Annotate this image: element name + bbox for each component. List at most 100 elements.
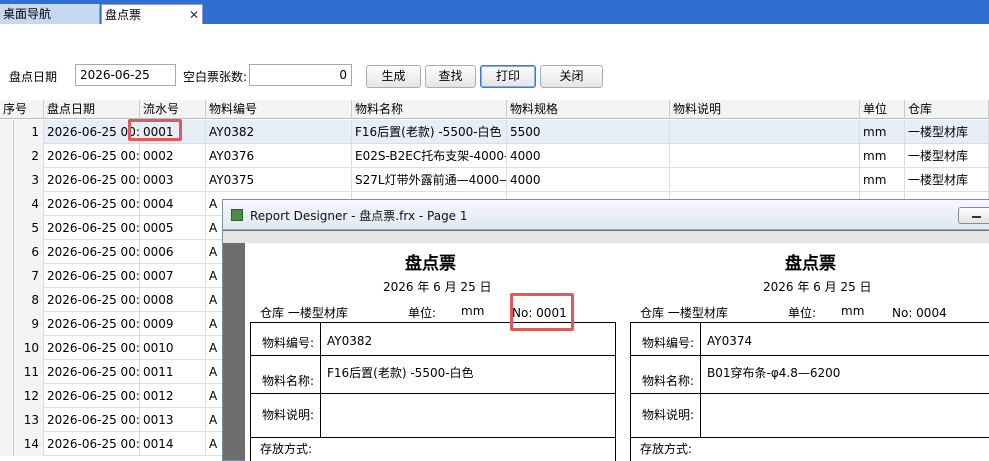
cell-serial[interactable]: 0007 — [140, 264, 206, 288]
cell-serial[interactable]: 0002 — [140, 144, 206, 168]
cell-name[interactable]: S27L灯带外露前通—4000— — [352, 168, 507, 192]
cell-serial[interactable]: 0011 — [140, 360, 206, 384]
cell-unit[interactable]: mm — [860, 120, 905, 144]
cell-date[interactable]: 2026-06-25 00:0 — [44, 384, 140, 408]
cell-name[interactable]: E02S-B2EC托布支架-4000- — [352, 144, 507, 168]
cell-date[interactable]: 2026-06-25 00:0 — [44, 144, 140, 168]
row-selector[interactable] — [0, 384, 14, 408]
row-selector[interactable] — [0, 168, 14, 192]
row-selector[interactable] — [0, 360, 14, 384]
header-desc[interactable]: 物料说明 — [670, 100, 860, 119]
cell-desc[interactable] — [670, 120, 860, 144]
cell-code[interactable]: AY0375 — [206, 168, 352, 192]
cell-no[interactable]: 12 — [14, 384, 44, 408]
cell-date[interactable]: 2026-06-25 00:0 — [44, 336, 140, 360]
ticket-title: 盘点票 — [785, 254, 836, 274]
cell-date[interactable]: 2026-06-25 00:0 — [44, 312, 140, 336]
row-selector[interactable] — [0, 336, 14, 360]
row-selector[interactable] — [0, 120, 14, 144]
cell-unit[interactable]: mm — [860, 168, 905, 192]
cell-date[interactable]: 2026-06-25 00:0 — [44, 216, 140, 240]
cell-no[interactable]: 2 — [14, 144, 44, 168]
row-selector[interactable] — [0, 216, 14, 240]
cell-serial[interactable]: 0010 — [140, 336, 206, 360]
cell-serial[interactable]: 0014 — [140, 432, 206, 456]
cell-warehouse[interactable]: 一楼型材库 — [905, 144, 989, 168]
row-selector[interactable] — [0, 144, 14, 168]
row-selector[interactable] — [0, 312, 14, 336]
minimize-icon[interactable] — [958, 207, 989, 224]
print-button[interactable]: 打印 — [480, 65, 536, 88]
cell-spec[interactable]: 4000 — [507, 168, 670, 192]
table-row[interactable]: 3 2026-06-25 00:0 0003 AY0375 S27L灯带外露前通—400… — [0, 168, 989, 192]
cell-name[interactable]: F16后置(老款) -5500-白色 — [352, 120, 507, 144]
close-button[interactable]: 关闭 — [540, 65, 603, 88]
cell-no[interactable]: 14 — [14, 432, 44, 456]
ticket-unit-label: 单位: — [788, 306, 817, 320]
cell-warehouse[interactable]: 一楼型材库 — [905, 168, 989, 192]
cell-no[interactable]: 1 — [14, 120, 44, 144]
cell-no[interactable]: 6 — [14, 240, 44, 264]
header-warehouse[interactable]: 仓库 — [905, 100, 989, 119]
cell-no[interactable]: 10 — [14, 336, 44, 360]
cell-date[interactable]: 2026-06-25 00:0 — [44, 168, 140, 192]
header-code[interactable]: 物料编号 — [206, 100, 352, 119]
cell-serial[interactable]: 0003 — [140, 168, 206, 192]
cell-serial[interactable]: 0013 — [140, 408, 206, 432]
cell-serial[interactable]: 0009 — [140, 312, 206, 336]
cell-no[interactable]: 3 — [14, 168, 44, 192]
row-selector[interactable] — [0, 288, 14, 312]
header-unit[interactable]: 单位 — [860, 100, 905, 119]
cell-serial[interactable]: 0005 — [140, 216, 206, 240]
cell-code[interactable]: AY0376 — [206, 144, 352, 168]
cell-no[interactable]: 9 — [14, 312, 44, 336]
header-serial[interactable]: 流水号 — [140, 100, 206, 119]
report-page[interactable]: 盘点票 2026 年 6 月 25 日 仓库 一楼型材库 单位: mm No: … — [245, 243, 989, 461]
cell-no[interactable]: 4 — [14, 192, 44, 216]
row-selector[interactable] — [0, 192, 14, 216]
date-input[interactable]: 2026-06-25 — [75, 64, 176, 86]
close-icon[interactable]: ✕ — [189, 5, 199, 25]
cell-no[interactable]: 7 — [14, 264, 44, 288]
cell-warehouse[interactable]: 一楼型材库 — [905, 120, 989, 144]
cell-spec[interactable]: 4000 — [507, 144, 670, 168]
cell-date[interactable]: 2026-06-25 00:0 — [44, 120, 140, 144]
cell-date[interactable]: 2026-06-25 00:0 — [44, 288, 140, 312]
cell-no[interactable]: 13 — [14, 408, 44, 432]
cell-date[interactable]: 2026-06-25 00:0 — [44, 264, 140, 288]
desc-label: 物料说明: — [642, 408, 695, 422]
generate-button[interactable]: 生成 — [366, 65, 421, 88]
header-spec[interactable]: 物料规格 — [507, 100, 670, 119]
row-selector[interactable] — [0, 264, 14, 288]
cell-date[interactable]: 2026-06-25 00:0 — [44, 360, 140, 384]
designer-titlebar[interactable]: Report Designer - 盘点票.frx - Page 1 — [223, 200, 989, 230]
cell-code[interactable]: AY0382 — [206, 120, 352, 144]
cell-desc[interactable] — [670, 144, 860, 168]
header-name[interactable]: 物料名称 — [352, 100, 507, 119]
cell-spec[interactable]: 5500 — [507, 120, 670, 144]
cell-serial[interactable]: 0006 — [140, 240, 206, 264]
cell-date[interactable]: 2026-06-25 00:0 — [44, 192, 140, 216]
header-date[interactable]: 盘点日期 — [44, 100, 140, 119]
row-selector[interactable] — [0, 408, 14, 432]
tab-desktop-nav[interactable]: 桌面导航 — [0, 4, 100, 24]
row-selector[interactable] — [0, 240, 14, 264]
blank-count-input[interactable]: 0 — [249, 64, 352, 86]
cell-unit[interactable]: mm — [860, 144, 905, 168]
cell-desc[interactable] — [670, 168, 860, 192]
row-selector[interactable] — [0, 432, 14, 456]
table-row[interactable]: 2 2026-06-25 00:0 0002 AY0376 E02S-B2EC托布支架-… — [0, 144, 989, 168]
cell-no[interactable]: 8 — [14, 288, 44, 312]
cell-serial[interactable]: 0008 — [140, 288, 206, 312]
cell-date[interactable]: 2026-06-25 00:0 — [44, 408, 140, 432]
cell-no[interactable]: 11 — [14, 360, 44, 384]
cell-no[interactable]: 5 — [14, 216, 44, 240]
ticket-warehouse: 仓库 一楼型材库 — [260, 306, 348, 320]
cell-date[interactable]: 2026-06-25 00:0 — [44, 240, 140, 264]
header-no[interactable]: 序号 — [0, 100, 44, 119]
tab-inventory-ticket[interactable]: 盘点票 ✕ — [101, 4, 203, 24]
cell-serial[interactable]: 0012 — [140, 384, 206, 408]
find-button[interactable]: 查找 — [425, 65, 476, 88]
cell-serial[interactable]: 0004 — [140, 192, 206, 216]
cell-date[interactable]: 2026-06-25 00:0 — [44, 432, 140, 456]
